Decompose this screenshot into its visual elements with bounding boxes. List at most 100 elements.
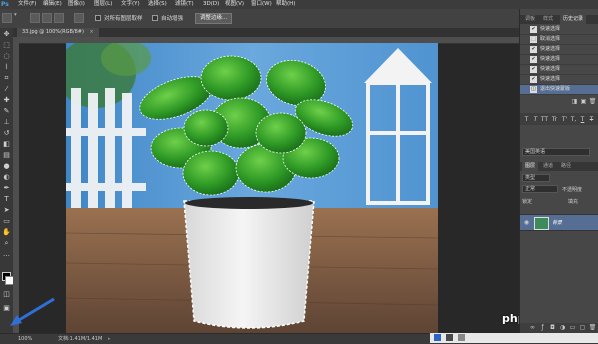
refine-edge-button[interactable]: 调整边缘... bbox=[195, 13, 233, 24]
status-arrow-icon[interactable]: ▸ bbox=[108, 335, 111, 343]
layers-panel-footer: ∞ ƒ ◘ ◑ ▭ ▢ 🗑 bbox=[520, 323, 598, 333]
quick-selection-tool-icon[interactable]: ⌇ bbox=[2, 63, 11, 72]
history-item[interactable]: ✔ 快速选择 bbox=[520, 45, 598, 55]
close-tab-icon[interactable]: × bbox=[90, 29, 94, 35]
menu-help[interactable]: 帮助(H) bbox=[276, 0, 295, 9]
history-item-selected[interactable]: ◫ 退出快速蒙版 bbox=[520, 85, 598, 95]
brush-tool-icon[interactable]: ✎ bbox=[2, 107, 11, 116]
new-layer-icon[interactable]: ▢ bbox=[578, 323, 587, 332]
zoom-tool-icon[interactable]: ⌕ bbox=[2, 239, 11, 248]
menu-layer[interactable]: 图层(L) bbox=[94, 0, 112, 9]
document-tab[interactable]: 33.jpg @ 100%(RGB/8#) × bbox=[17, 28, 99, 37]
faux-italic-glyph[interactable]: T bbox=[531, 115, 540, 124]
new-selection-icon[interactable] bbox=[30, 13, 40, 23]
system-tray bbox=[430, 333, 598, 343]
history-item-label: 快速选择 bbox=[540, 66, 561, 72]
tab-channels[interactable]: 通道 bbox=[540, 162, 556, 171]
layer-name[interactable]: 背景 bbox=[552, 219, 562, 226]
history-item-label: 快速选择 bbox=[540, 46, 561, 52]
history-item[interactable]: ✔ 快速选择 bbox=[520, 55, 598, 65]
tab-styles[interactable]: 样式 bbox=[540, 15, 556, 24]
menu-type[interactable]: 文字(Y) bbox=[121, 0, 140, 9]
menu-edit[interactable]: 编辑(E) bbox=[43, 0, 62, 9]
more-tools-icon[interactable]: … bbox=[2, 250, 11, 259]
hand-tool-icon[interactable]: ✋ bbox=[2, 228, 11, 237]
tray-icon[interactable] bbox=[458, 334, 465, 341]
history-brush-icon[interactable]: ↺ bbox=[2, 129, 11, 138]
history-item[interactable]: ⬚ 取消选择 bbox=[520, 35, 598, 45]
history-state-icon: ⬚ bbox=[530, 36, 537, 43]
layer-filter-kind[interactable]: 类型 bbox=[522, 174, 550, 182]
menu-bar: Ps 文件(F) 编辑(E) 图像(I) 图层(L) 文字(Y) 选择(S) 滤… bbox=[0, 0, 598, 9]
underline-glyph[interactable]: T bbox=[578, 115, 587, 124]
filter-kind-label: 类型 bbox=[525, 175, 536, 181]
path-selection-icon[interactable]: ➤ bbox=[2, 206, 11, 215]
eraser-tool-icon[interactable]: ◧ bbox=[2, 140, 11, 149]
healing-brush-icon[interactable]: ✚ bbox=[2, 96, 11, 105]
menu-select[interactable]: 选择(S) bbox=[148, 0, 167, 9]
brush-size-icon[interactable] bbox=[74, 13, 84, 23]
faux-bold-glyph[interactable]: T bbox=[522, 115, 531, 124]
quick-selection-tool-icon[interactable] bbox=[2, 13, 12, 23]
menu-view[interactable]: 视图(V) bbox=[225, 0, 244, 9]
tab-swatches[interactable]: 调板 bbox=[522, 15, 538, 24]
crop-tool-icon[interactable]: ⌗ bbox=[2, 74, 11, 83]
tray-icon[interactable] bbox=[446, 334, 453, 341]
layer-row[interactable]: ◉ 背景 bbox=[520, 214, 598, 231]
auto-enhance-checkbox[interactable] bbox=[152, 15, 158, 21]
sample-all-layers-checkbox[interactable] bbox=[95, 15, 101, 21]
blend-mode-select[interactable]: 正常 bbox=[522, 185, 558, 193]
gradient-tool-icon[interactable]: ▤ bbox=[2, 151, 11, 160]
fx-icon[interactable]: ƒ bbox=[538, 323, 547, 332]
history-item[interactable]: ✔ 快速选择 bbox=[520, 65, 598, 75]
blend-mode-value: 正常 bbox=[525, 186, 536, 192]
new-snapshot-icon[interactable]: ◨ bbox=[570, 97, 579, 106]
language-value: 美国英语 bbox=[525, 149, 546, 155]
options-bar: ▾ 对所有图层取样 自动增强 调整边缘... bbox=[0, 9, 598, 29]
trash-icon[interactable]: 🗑 bbox=[588, 97, 597, 106]
clone-stamp-icon[interactable]: ⊥ bbox=[2, 118, 11, 127]
subscript-glyph[interactable]: T, bbox=[569, 115, 578, 124]
tab-layers[interactable]: 图层 bbox=[522, 162, 539, 171]
eyedropper-tool-icon[interactable]: ⁄ bbox=[2, 85, 11, 94]
camera-icon[interactable]: ▣ bbox=[579, 97, 588, 106]
lasso-tool-icon[interactable]: ◌ bbox=[2, 52, 11, 61]
dropdown-arrow-icon[interactable]: ▾ bbox=[14, 12, 17, 18]
superscript-glyph[interactable]: T' bbox=[560, 115, 569, 124]
folder-icon[interactable]: ▭ bbox=[568, 323, 577, 332]
menu-file[interactable]: 文件(F) bbox=[18, 0, 36, 9]
type-tool-icon[interactable]: T bbox=[2, 195, 11, 204]
history-item-label: 快速选择 bbox=[540, 26, 561, 32]
vertical-ruler bbox=[13, 43, 19, 333]
add-to-selection-icon[interactable] bbox=[42, 13, 52, 23]
all-caps-glyph[interactable]: TT bbox=[540, 115, 549, 124]
zoom-level[interactable]: 100% bbox=[18, 335, 32, 343]
blur-tool-icon[interactable]: ● bbox=[2, 162, 11, 171]
small-caps-glyph[interactable]: Tr bbox=[550, 115, 559, 124]
eye-icon[interactable]: ◉ bbox=[522, 218, 531, 227]
pen-tool-icon[interactable]: ✒ bbox=[2, 184, 11, 193]
menu-filter[interactable]: 滤镜(T) bbox=[175, 0, 194, 9]
history-item[interactable]: ✔ 快速选择 bbox=[520, 75, 598, 85]
link-icon[interactable]: ∞ bbox=[528, 323, 537, 332]
adjustment-icon[interactable]: ◑ bbox=[558, 323, 567, 332]
trash-icon[interactable]: 🗑 bbox=[588, 323, 597, 332]
menu-window[interactable]: 窗口(W) bbox=[251, 0, 272, 9]
move-tool-icon[interactable]: ✥ bbox=[2, 30, 11, 39]
photoshop-logo: Ps bbox=[1, 1, 9, 8]
tab-paths[interactable]: 路径 bbox=[558, 162, 574, 171]
mask-icon[interactable]: ◘ bbox=[548, 323, 557, 332]
tray-icon[interactable] bbox=[434, 334, 441, 341]
menu-3d[interactable]: 3D(D) bbox=[203, 0, 219, 9]
menu-image[interactable]: 图像(I) bbox=[68, 0, 85, 9]
document-canvas[interactable] bbox=[66, 43, 438, 333]
history-item[interactable]: ✔ 快速选择 bbox=[520, 25, 598, 35]
tab-history[interactable]: 历史记录 bbox=[560, 15, 587, 24]
subtract-from-selection-icon[interactable] bbox=[54, 13, 64, 23]
dodge-tool-icon[interactable]: ◐ bbox=[2, 173, 11, 182]
language-select[interactable]: 美国英语 bbox=[522, 148, 590, 156]
annotation-arrow bbox=[10, 297, 55, 326]
strikethrough-glyph[interactable]: T bbox=[587, 115, 596, 124]
marquee-tool-icon[interactable]: ⬚ bbox=[2, 41, 11, 50]
shape-tool-icon[interactable]: ▭ bbox=[2, 217, 11, 226]
